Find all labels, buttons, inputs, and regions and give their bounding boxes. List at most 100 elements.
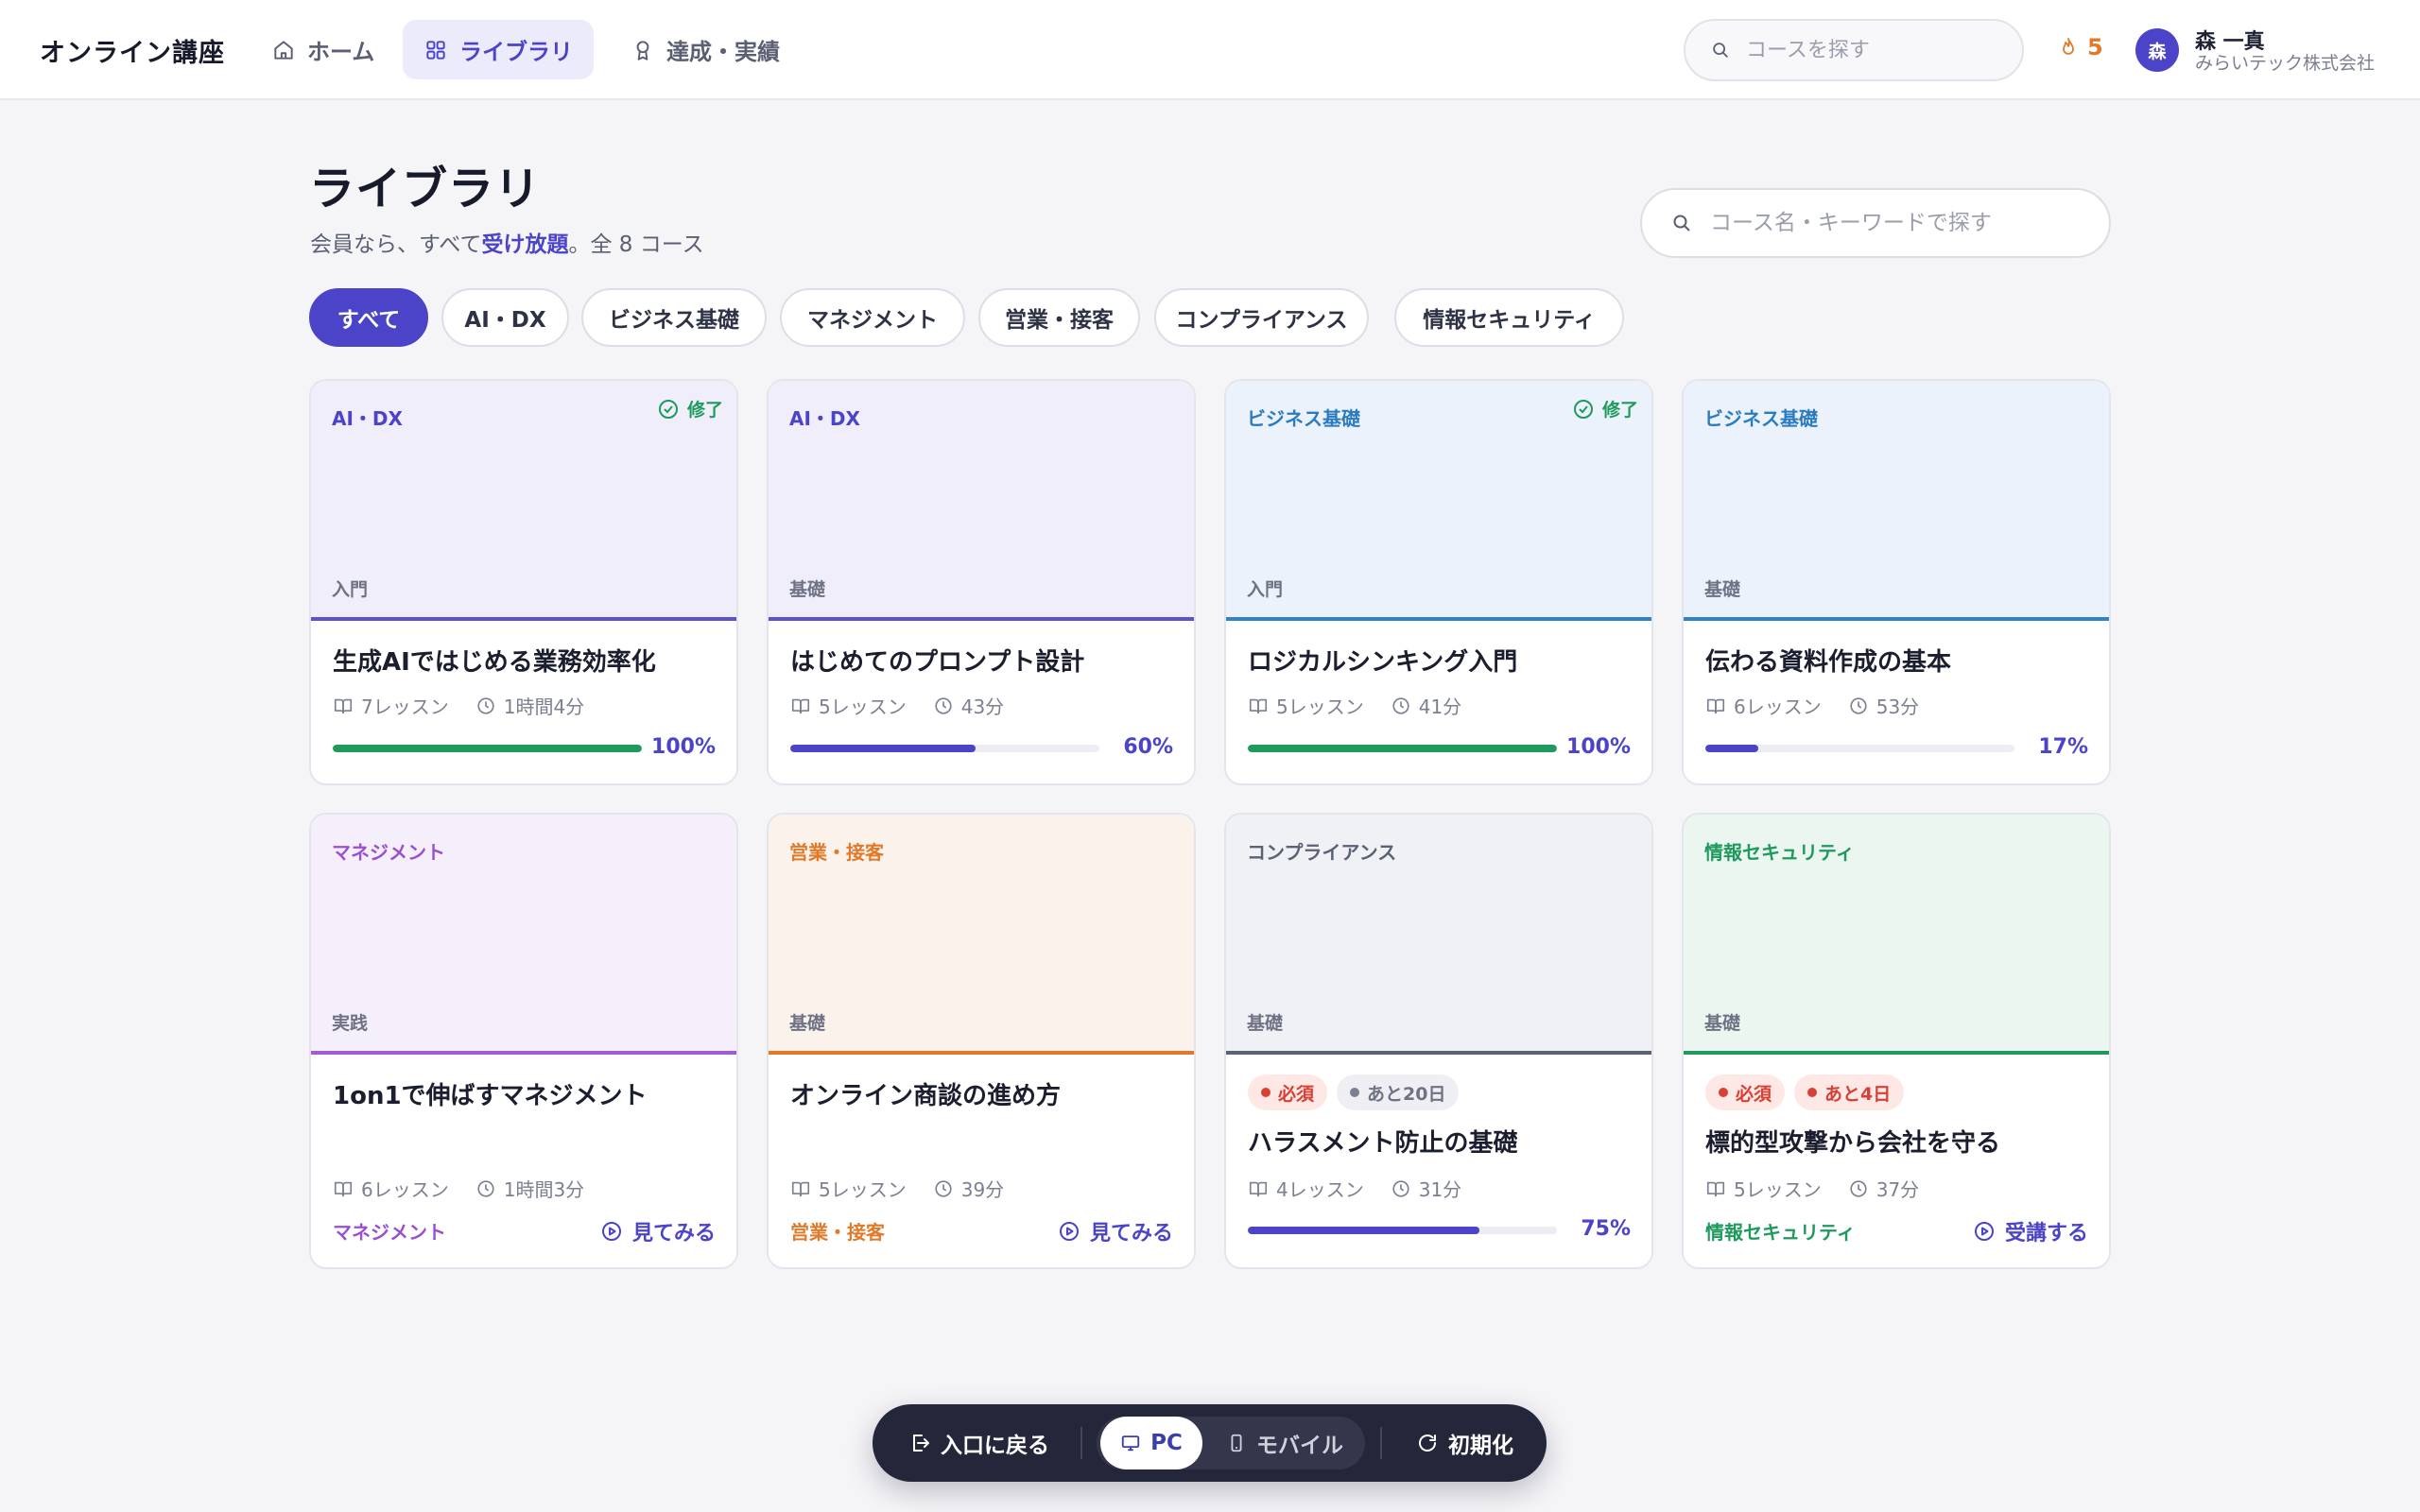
view-course-button[interactable]: 見てみる xyxy=(600,1216,716,1246)
play-circle-icon xyxy=(601,1222,621,1241)
course-duration: 53分 xyxy=(1876,696,1920,718)
course-search[interactable] xyxy=(1640,188,2111,258)
top-navigation: オンライン講座 ホーム ライブラリ 達成・実績 5 森 森 一真 みらいテック株… xyxy=(0,0,2420,100)
filter-chip-sales[interactable]: 営業・接客 xyxy=(978,288,1140,347)
reset-button[interactable]: 初期化 xyxy=(1416,1404,1513,1482)
mobile-view-button[interactable]: モバイル xyxy=(1208,1417,1361,1469)
nav-item-label: 達成・実績 xyxy=(666,39,780,65)
book-icon xyxy=(334,698,353,713)
back-to-entrance-button[interactable]: 入口に戻る xyxy=(908,1404,1049,1482)
deadline-badge: あと20日 xyxy=(1337,1074,1460,1110)
check-circle-icon xyxy=(1573,399,1593,419)
start-course-button[interactable]: 受講する xyxy=(1973,1216,2088,1246)
progress-bar xyxy=(1248,745,1557,752)
header-search[interactable] xyxy=(1684,19,2024,81)
course-thumbnail: ビジネス基礎 修了 入門 xyxy=(1226,381,1651,621)
completed-badge: 修了 xyxy=(657,396,723,421)
course-level: 基礎 xyxy=(1704,579,1741,600)
required-badge: 必須 xyxy=(1705,1074,1786,1110)
course-title: ハラスメント防止の基礎 xyxy=(1248,1129,1518,1158)
filter-chip-management[interactable]: マネジメント xyxy=(780,288,965,347)
clock-icon xyxy=(935,1179,952,1197)
progress-fill xyxy=(1248,745,1557,752)
clock-icon xyxy=(1392,1179,1409,1197)
course-title: はじめてのプロンプト設計 xyxy=(790,648,1085,677)
lesson-count: 6レッスン xyxy=(361,1178,449,1201)
clock-icon xyxy=(477,1179,494,1197)
course-card[interactable]: AI・DX 基礎 はじめてのプロンプト設計 5レッスン 43分 60% xyxy=(767,379,1196,785)
search-icon xyxy=(1713,43,1728,58)
lesson-count: 7レッスン xyxy=(361,696,449,718)
course-duration: 31分 xyxy=(1418,1178,1462,1201)
pc-view-button[interactable]: PC xyxy=(1100,1417,1202,1469)
course-card[interactable]: ビジネス基礎 基礎 伝わる資料作成の基本 6レッスン 53分 17% xyxy=(1682,379,2111,785)
course-card[interactable]: 営業・接客 基礎 オンライン商談の進め方 5レッスン 39分 営業・接客 見てみ… xyxy=(767,813,1196,1269)
course-duration: 1時間3分 xyxy=(503,1178,585,1201)
course-meta: 4レッスン 31分 xyxy=(1248,1175,1488,1202)
lesson-count: 6レッスン xyxy=(1734,696,1822,718)
book-icon xyxy=(791,1181,810,1196)
course-card[interactable]: ビジネス基礎 修了 入門 ロジカルシンキング入門 5レッスン 41分 100% xyxy=(1224,379,1653,785)
progress-percent: 17% xyxy=(2038,735,2088,759)
course-title: 1on1で伸ばすマネジメント xyxy=(333,1082,648,1110)
course-category: 営業・接客 xyxy=(789,841,884,864)
toolbar-divider xyxy=(1080,1427,1082,1459)
lesson-count: 5レッスン xyxy=(1734,1178,1822,1201)
footer-category: 情報セキュリティ xyxy=(1705,1221,1856,1244)
course-meta: 6レッスン 53分 xyxy=(1705,692,1945,719)
course-duration: 41分 xyxy=(1418,696,1462,718)
course-level: 基礎 xyxy=(1704,1013,1741,1034)
course-duration: 39分 xyxy=(960,1178,1005,1201)
course-title: 生成AIではじめる業務効率化 xyxy=(333,648,656,677)
header-search-input[interactable] xyxy=(1746,38,2001,62)
nav-item-achievements[interactable]: 達成・実績 xyxy=(610,20,801,79)
flame-icon xyxy=(2063,38,2074,55)
course-thumbnail: 営業・接客 基礎 xyxy=(769,815,1194,1055)
action-label: 見てみる xyxy=(1089,1222,1173,1246)
progress-fill xyxy=(790,745,977,752)
progress-fill xyxy=(333,745,642,752)
course-category: 情報セキュリティ xyxy=(1704,841,1855,864)
course-card[interactable]: コンプライアンス 基礎 必須 あと20日 ハラスメント防止の基礎 4レッスン 3… xyxy=(1224,813,1653,1269)
course-badges: 必須 あと4日 xyxy=(1705,1074,1905,1110)
course-search-input[interactable] xyxy=(1710,211,2088,235)
progress-fill xyxy=(1705,745,1758,752)
page-subtitle: 会員なら、すべて受け放題。全 8 コース xyxy=(310,226,704,258)
progress-bar xyxy=(1705,745,2014,752)
course-level: 基礎 xyxy=(789,1013,826,1034)
streak-counter: 5 xyxy=(2059,34,2103,60)
nav-item-label: ライブラリ xyxy=(459,39,573,65)
filter-chip-compliance[interactable]: コンプライアンス xyxy=(1154,288,1369,347)
progress-fill xyxy=(1248,1227,1480,1234)
brand-logo[interactable]: オンライン講座 xyxy=(40,32,225,69)
course-category: AI・DX xyxy=(789,407,860,430)
grid-icon xyxy=(426,40,445,60)
check-circle-icon xyxy=(658,399,678,419)
filter-chip-ai-dx[interactable]: AI・DX xyxy=(441,288,569,347)
clock-icon xyxy=(935,696,952,714)
course-card[interactable]: 情報セキュリティ 基礎 必須 あと4日 標的型攻撃から会社を守る 5レッスン 3… xyxy=(1682,813,2111,1269)
filter-chip-all[interactable]: すべて xyxy=(309,288,428,347)
view-course-button[interactable]: 見てみる xyxy=(1058,1216,1173,1246)
filter-chip-business[interactable]: ビジネス基礎 xyxy=(581,288,767,347)
course-meta: 6レッスン 1時間3分 xyxy=(333,1175,611,1202)
filter-chip-security[interactable]: 情報セキュリティ xyxy=(1394,288,1624,347)
course-thumbnail: AI・DX 基礎 xyxy=(769,381,1194,621)
required-badge: 必須 xyxy=(1248,1074,1328,1110)
nav-item-library[interactable]: ライブラリ xyxy=(403,20,594,79)
course-title: 伝わる資料作成の基本 xyxy=(1705,648,1952,677)
course-thumbnail: ビジネス基礎 基礎 xyxy=(1684,381,2109,621)
nav-item-home[interactable]: ホーム xyxy=(251,20,395,79)
progress-bar xyxy=(790,745,1099,752)
course-meta: 5レッスン 39分 xyxy=(790,1175,1030,1202)
clock-icon xyxy=(477,696,494,714)
search-icon xyxy=(1673,215,1690,232)
streak-count: 5 xyxy=(2087,34,2103,60)
course-card[interactable]: マネジメント 実践 1on1で伸ばすマネジメント 6レッスン 1時間3分 マネジ… xyxy=(309,813,738,1269)
monitor-icon xyxy=(1121,1435,1140,1452)
course-level: 入門 xyxy=(332,579,369,600)
avatar[interactable]: 森 xyxy=(2135,28,2179,72)
course-card[interactable]: AI・DX 修了 入門 生成AIではじめる業務効率化 7レッスン 1時間4分 1… xyxy=(309,379,738,785)
status-dot xyxy=(1807,1088,1818,1097)
home-icon xyxy=(274,40,293,60)
